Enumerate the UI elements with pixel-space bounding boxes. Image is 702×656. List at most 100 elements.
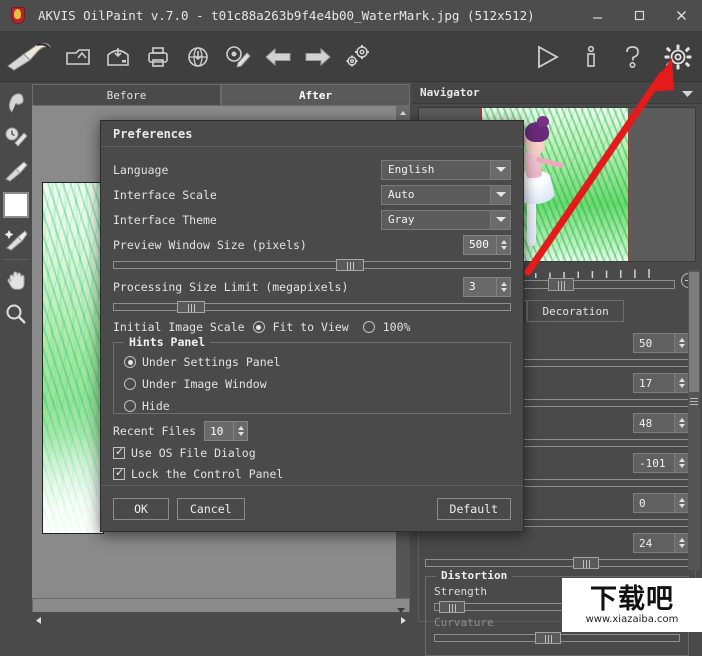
help-button[interactable] — [612, 35, 654, 79]
distortion-curvature-slider[interactable] — [434, 631, 680, 644]
close-button[interactable] — [660, 0, 702, 32]
ok-button[interactable]: OK — [113, 497, 169, 520]
save-image-button[interactable] — [98, 35, 138, 79]
setting-6-spinner[interactable]: 24 — [633, 533, 689, 553]
radio-100-percent[interactable] — [362, 321, 375, 333]
run-button[interactable] — [524, 35, 570, 79]
smudge-tool[interactable] — [0, 86, 32, 120]
print-image-button[interactable] — [138, 35, 178, 79]
setting-1-value: 50 — [639, 336, 653, 350]
recent-files-stepper[interactable] — [233, 422, 248, 440]
interface-theme-select[interactable]: Gray — [381, 209, 511, 230]
tab-before[interactable]: Before — [32, 84, 221, 106]
use-os-file-dialog-row[interactable]: Use OS File Dialog — [113, 442, 511, 463]
maximize-button[interactable] — [618, 0, 660, 32]
default-button[interactable]: Default — [436, 497, 511, 520]
edit-preview-button[interactable] — [218, 35, 258, 79]
radio-hide[interactable] — [124, 400, 136, 412]
processing-size-limit-input[interactable]: 3 — [463, 276, 511, 297]
title-bar: AKVIS OilPaint v.7.0 - t01c88a263b9f4e4b… — [0, 0, 702, 32]
setting-1-stepper[interactable] — [674, 334, 688, 352]
interface-scale-row: Interface Scale Auto — [113, 182, 511, 207]
cancel-button[interactable]: Cancel — [177, 497, 245, 520]
hints-option-hide[interactable]: Hide — [124, 395, 500, 417]
radio-under-settings-panel[interactable] — [124, 356, 136, 368]
setting-5-spinner[interactable]: 0 — [633, 493, 689, 513]
setting-4-stepper[interactable] — [674, 454, 688, 472]
preview-window-size-row: Preview Window Size (pixels) 500 — [113, 232, 511, 257]
radio-under-settings-panel-label: Under Settings Panel — [142, 355, 281, 369]
setting-6-slider[interactable] — [425, 556, 689, 569]
watermark-text: 下载吧 — [590, 583, 674, 615]
settings-vscroll-grip — [690, 398, 698, 406]
magic-brush-tool[interactable] — [0, 222, 32, 256]
publish-image-button[interactable] — [178, 35, 218, 79]
tab-after[interactable]: After — [221, 84, 410, 106]
scroll-up-arrow[interactable] — [396, 106, 410, 120]
preview-window-size-slider[interactable] — [113, 258, 511, 271]
setting-3-spinner[interactable]: 48 — [633, 413, 689, 433]
setting-5-stepper[interactable] — [674, 494, 688, 512]
preferences-gear-button[interactable] — [654, 35, 702, 79]
preview-window-size-input[interactable]: 500 — [463, 234, 511, 255]
recent-files-value: 10 — [210, 424, 224, 438]
redo-button[interactable] — [298, 35, 338, 79]
interface-theme-row: Interface Theme Gray — [113, 207, 511, 232]
zoom-slider-thumb[interactable] — [547, 278, 574, 291]
use-os-file-dialog-checkbox[interactable] — [113, 445, 125, 459]
open-image-button[interactable] — [58, 35, 98, 79]
navigator-title: Navigator — [420, 86, 480, 99]
setting-6-stepper[interactable] — [674, 534, 688, 552]
recent-files-row: Recent Files 10 — [113, 420, 511, 442]
language-label: Language — [113, 162, 169, 177]
radio-under-image-window[interactable] — [124, 378, 136, 390]
navigator-header: Navigator — [412, 82, 702, 104]
hints-option-under-settings[interactable]: Under Settings Panel — [124, 351, 500, 373]
radio-hide-label: Hide — [142, 399, 170, 413]
language-row: Language English — [113, 157, 511, 182]
chevron-down-icon[interactable] — [681, 83, 694, 102]
preferences-dialog-title: Preferences — [101, 121, 523, 147]
setting-4-spinner[interactable]: -101 — [633, 453, 689, 473]
hints-option-under-image[interactable]: Under Image Window — [124, 373, 500, 395]
hand-tool[interactable] — [0, 263, 32, 297]
interface-theme-value: Gray — [388, 213, 415, 226]
chevron-down-icon[interactable] — [490, 185, 510, 204]
undo-button[interactable] — [258, 35, 298, 79]
zoom-tool[interactable] — [0, 297, 32, 331]
use-os-file-dialog-label: Use OS File Dialog — [131, 445, 256, 460]
processing-size-limit-label: Processing Size Limit (megapixels) — [113, 279, 349, 294]
lock-control-panel-checkbox[interactable] — [113, 466, 125, 480]
preview-window-size-stepper[interactable] — [496, 235, 510, 254]
canvas-horizontal-scrollbar[interactable] — [32, 612, 410, 628]
tab-decoration[interactable]: Decoration — [527, 300, 624, 322]
interface-scale-label: Interface Scale — [113, 187, 217, 202]
radio-under-image-window-label: Under Image Window — [142, 377, 267, 391]
setting-2-value: 17 — [639, 376, 653, 390]
processing-size-limit-slider[interactable] — [113, 300, 511, 313]
setting-1-spinner[interactable]: 50 — [633, 333, 689, 353]
setting-2-spinner[interactable]: 17 — [633, 373, 689, 393]
chevron-down-icon[interactable] — [490, 160, 510, 179]
processing-size-limit-stepper[interactable] — [496, 277, 510, 296]
scroll-right-arrow[interactable] — [396, 613, 410, 627]
oil-brush-tool[interactable] — [0, 154, 32, 188]
canvas-hscroll-track[interactable] — [46, 613, 396, 627]
color-swatch[interactable] — [0, 188, 32, 222]
settings-vscroll-thumb[interactable] — [689, 272, 699, 392]
chevron-down-icon[interactable] — [490, 210, 510, 229]
interface-scale-select[interactable]: Auto — [381, 184, 511, 205]
language-select[interactable]: English — [381, 159, 511, 180]
settings-vertical-scrollbar[interactable] — [688, 270, 700, 570]
setting-row-6: 24 — [425, 532, 689, 554]
setting-3-stepper[interactable] — [674, 414, 688, 432]
recent-files-input[interactable]: 10 — [204, 421, 249, 441]
scroll-left-arrow[interactable] — [32, 613, 46, 627]
history-brush-tool[interactable] — [0, 120, 32, 154]
lock-control-panel-row[interactable]: Lock the Control Panel — [113, 463, 511, 484]
setting-2-stepper[interactable] — [674, 374, 688, 392]
radio-fit-to-view[interactable] — [252, 321, 265, 333]
info-button[interactable] — [570, 35, 612, 79]
minimize-button[interactable] — [576, 0, 618, 32]
presets-gears-button[interactable] — [338, 35, 378, 79]
